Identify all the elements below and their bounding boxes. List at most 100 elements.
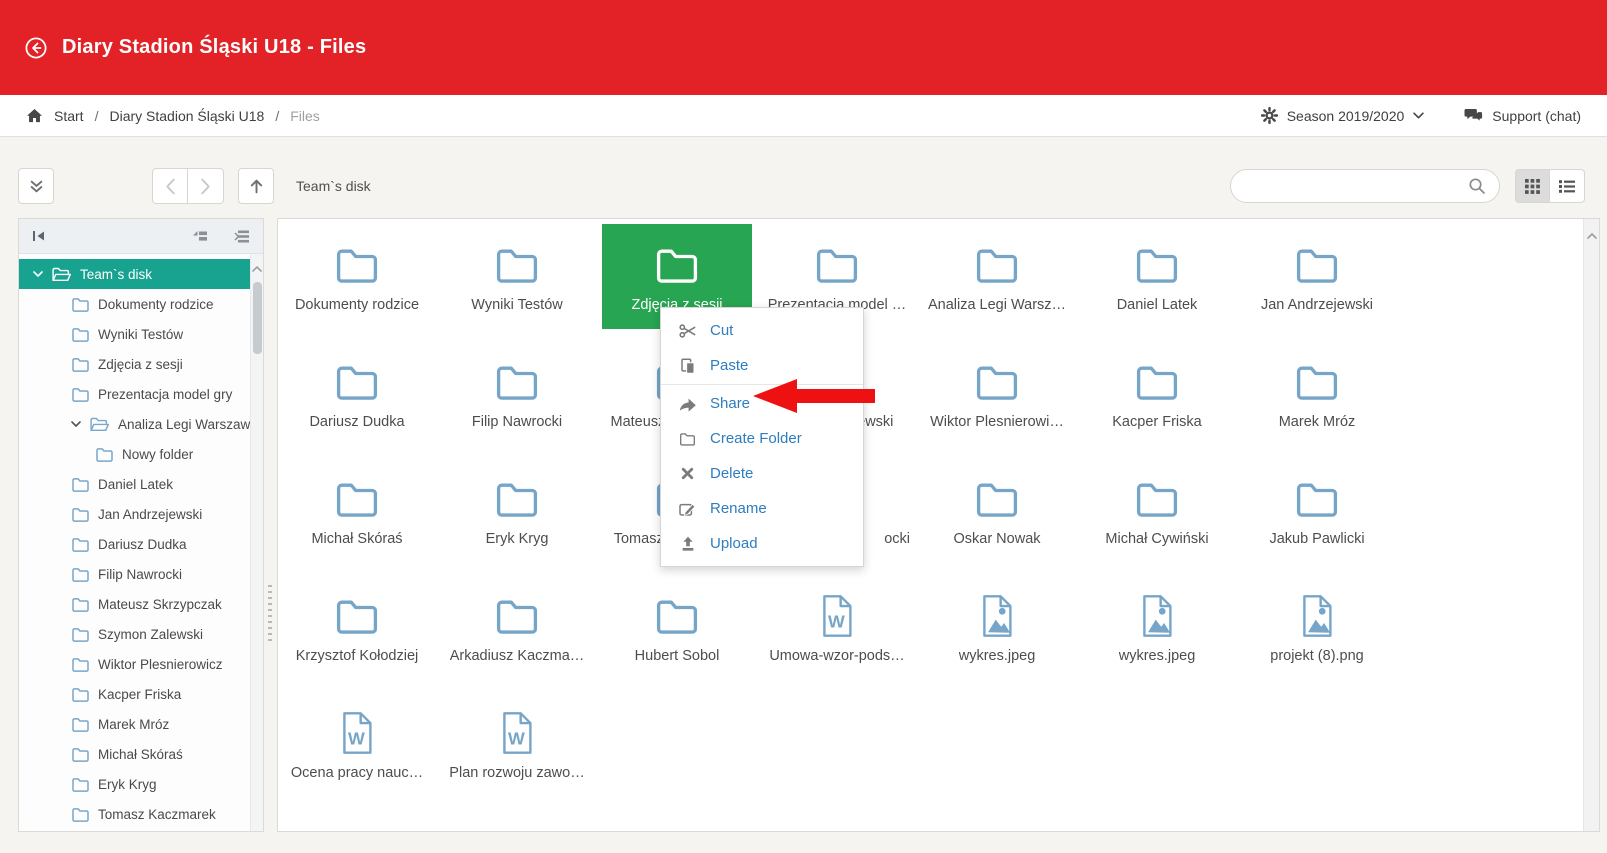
file-tile-dokumenty-rodzice[interactable]: Dokumenty rodzice	[282, 224, 432, 329]
back-icon[interactable]	[24, 36, 48, 60]
list-view-button[interactable]	[1550, 169, 1585, 203]
tree-item-dariusz-dudka[interactable]: Dariusz Dudka	[19, 529, 250, 559]
tree-item-team-s-disk[interactable]: Team`s disk	[19, 259, 250, 289]
tree-item-kacper-friska[interactable]: Kacper Friska	[19, 679, 250, 709]
image-file-icon	[979, 587, 1016, 645]
file-tile-wykres-jpeg[interactable]: wykres.jpeg	[922, 575, 1072, 680]
current-location-label: Team`s disk	[296, 168, 371, 204]
file-tile-micha-sk-ra[interactable]: Michał Skóraś	[282, 458, 432, 563]
home-icon[interactable]	[26, 108, 43, 123]
up-folder-button[interactable]	[238, 168, 274, 204]
context-menu-item-delete[interactable]: Delete	[661, 456, 863, 491]
panel-splitter[interactable]	[268, 585, 272, 643]
tree-item-prezentacja-model-gry[interactable]: Prezentacja model gry	[19, 379, 250, 409]
sidebar-scrollbar[interactable]	[250, 254, 263, 831]
collapse-rows-button[interactable]	[18, 168, 54, 204]
tree-item-label: Analiza Legi Warszawa	[118, 417, 250, 432]
word-file-icon: W	[499, 704, 536, 762]
tree-item-tomasz-kaczmarek[interactable]: Tomasz Kaczmarek	[19, 799, 250, 829]
context-menu-item-create-folder[interactable]: Create Folder	[661, 421, 863, 456]
grid-view-button[interactable]	[1515, 169, 1550, 203]
file-tile-plan-rozwoju-zawo[interactable]: WPlan rozwoju zawo…	[442, 692, 592, 797]
support-chat-link[interactable]: Support (chat)	[1464, 108, 1581, 124]
tree-item-marek-mr-z[interactable]: Marek Mróz	[19, 709, 250, 739]
tree-item-wyniki-test-w[interactable]: Wyniki Testów	[19, 319, 250, 349]
file-tile-marek-mr-z[interactable]: Marek Mróz	[1242, 341, 1392, 446]
collapse-all-icon[interactable]	[192, 230, 208, 243]
scroll-up-icon[interactable]	[252, 259, 262, 277]
folder-icon	[1134, 236, 1180, 294]
file-tile-label: Dokumenty rodzice	[295, 297, 419, 313]
folder-icon	[71, 717, 90, 732]
grid-view-icon	[1525, 179, 1540, 194]
expand-all-icon[interactable]	[234, 230, 250, 243]
file-tile-daniel-latek[interactable]: Daniel Latek	[1082, 224, 1232, 329]
file-tile-hubert-sobol[interactable]: Hubert Sobol	[602, 575, 752, 680]
file-tile-analiza-legi-warsz[interactable]: Analiza Legi Warsz…	[922, 224, 1072, 329]
breadcrumb-start[interactable]: Start	[54, 108, 84, 124]
file-tile-label: Jan Andrzejewski	[1261, 297, 1373, 313]
word-file-icon: W	[819, 587, 856, 645]
chevron-down-icon[interactable]	[71, 421, 81, 427]
tree-item-label: Nowy folder	[122, 447, 193, 462]
breadcrumb-team[interactable]: Diary Stadion Śląski U18	[109, 108, 264, 124]
folder-icon	[71, 627, 90, 642]
context-menu-item-upload[interactable]: Upload	[661, 526, 863, 561]
tree-item-filip-nawrocki[interactable]: Filip Nawrocki	[19, 559, 250, 589]
file-tile-label: Filip Nawrocki	[472, 414, 562, 430]
tree-item-label: Marek Mróz	[98, 717, 169, 732]
file-tile-arkadiusz-kaczma[interactable]: Arkadiusz Kaczma…	[442, 575, 592, 680]
context-menu-item-label: Upload	[710, 535, 758, 552]
tree-item-nowy-folder[interactable]: Nowy folder	[19, 439, 250, 469]
tree-item-dokumenty-rodzice[interactable]: Dokumenty rodzice	[19, 289, 250, 319]
folder-icon	[494, 353, 540, 411]
file-panel: Dokumenty rodziceWyniki TestówZdjęcia z …	[277, 218, 1600, 832]
context-menu-item-label: Delete	[710, 465, 753, 482]
search-input[interactable]	[1244, 177, 1468, 195]
file-tile-eryk-kryg[interactable]: Eryk Kryg	[442, 458, 592, 563]
context-menu-item-cut[interactable]: Cut	[661, 313, 863, 348]
context-menu-item-label: Create Folder	[710, 430, 802, 447]
tree-item-label: Filip Nawrocki	[98, 567, 182, 582]
file-tile-ocena-pracy-nauc[interactable]: WOcena pracy nauc…	[282, 692, 432, 797]
up-icon	[248, 178, 265, 195]
context-menu-item-rename[interactable]: Rename	[661, 491, 863, 526]
scroll-up-icon[interactable]	[1587, 226, 1597, 831]
tree-item-micha-sk-ra[interactable]: Michał Skóraś	[19, 739, 250, 769]
folder-icon	[71, 387, 90, 402]
file-tile-label: Marek Mróz	[1279, 414, 1356, 430]
folder-icon	[71, 597, 90, 612]
file-tile-dariusz-dudka[interactable]: Dariusz Dudka	[282, 341, 432, 446]
collapse-sidebar-icon[interactable]	[32, 230, 46, 242]
folder-sidebar: Team`s diskDokumenty rodziceWyniki Testó…	[18, 218, 264, 832]
file-tile-filip-nawrocki[interactable]: Filip Nawrocki	[442, 341, 592, 446]
tree-item-wiktor-plesnierowicz[interactable]: Wiktor Plesnierowicz	[19, 649, 250, 679]
file-tile-kacper-friska[interactable]: Kacper Friska	[1082, 341, 1232, 446]
file-tile-micha-cywi-ski[interactable]: Michał Cywiński	[1082, 458, 1232, 563]
tree-item-jan-andrzejewski[interactable]: Jan Andrzejewski	[19, 499, 250, 529]
back-nav-button[interactable]	[152, 168, 188, 204]
file-tile-wyniki-test-w[interactable]: Wyniki Testów	[442, 224, 592, 329]
file-tile-jan-andrzejewski[interactable]: Jan Andrzejewski	[1242, 224, 1392, 329]
file-tile-krzysztof-ko-odziej[interactable]: Krzysztof Kołodziej	[282, 575, 432, 680]
forward-nav-button[interactable]	[188, 168, 224, 204]
tree-item-daniel-latek[interactable]: Daniel Latek	[19, 469, 250, 499]
file-tile-oskar-nowak[interactable]: Oskar Nowak	[922, 458, 1072, 563]
file-tile-wiktor-plesnierowi[interactable]: Wiktor Plesnierowi…	[922, 341, 1072, 446]
season-selector[interactable]: Season 2019/2020	[1261, 107, 1425, 124]
search-icon[interactable]	[1468, 177, 1486, 195]
file-tile-jakub-pawlicki[interactable]: Jakub Pawlicki	[1242, 458, 1392, 563]
tree-item-analiza-legi-warszawa[interactable]: Analiza Legi Warszawa	[19, 409, 250, 439]
tree-item-szymon-zalewski[interactable]: Szymon Zalewski	[19, 619, 250, 649]
tree-item-label: Tomasz Kaczmarek	[98, 807, 216, 822]
tree-item-eryk-kryg[interactable]: Eryk Kryg	[19, 769, 250, 799]
file-tile-wykres-jpeg[interactable]: wykres.jpeg	[1082, 575, 1232, 680]
annotation-arrow	[753, 377, 875, 420]
tree-item-mateusz-skrzypczak[interactable]: Mateusz Skrzypczak	[19, 589, 250, 619]
file-tile-projekt-8-png[interactable]: projekt (8).png	[1242, 575, 1392, 680]
chevron-down-icon[interactable]	[33, 271, 43, 277]
files-scrollbar[interactable]	[1583, 219, 1599, 831]
tree-item-zdj-cia-z-sesji[interactable]: Zdjęcia z sesji	[19, 349, 250, 379]
scrollbar-thumb[interactable]	[253, 282, 262, 354]
file-tile-umowa-wzor-pods[interactable]: WUmowa-wzor-pods…	[762, 575, 912, 680]
